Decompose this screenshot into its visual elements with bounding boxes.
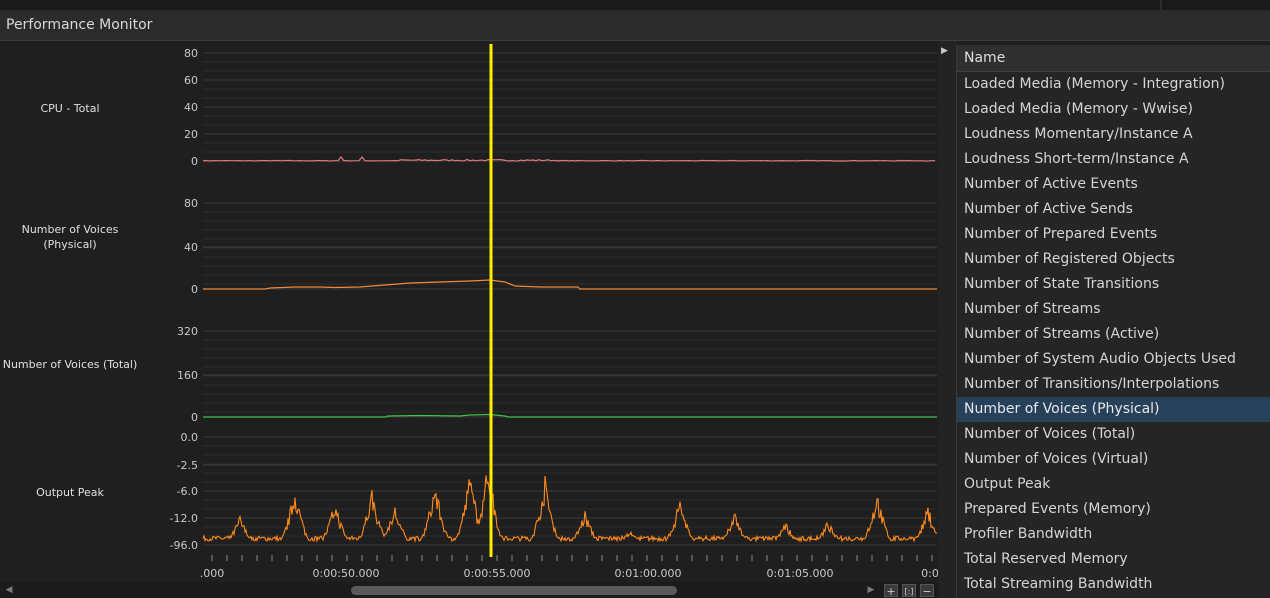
scroll-right-icon[interactable]: ▶ — [864, 584, 878, 596]
counter-list-item[interactable]: Number of Voices (Physical) — [957, 397, 1270, 422]
time-axis-label: 0:0 — [921, 567, 938, 580]
y-tick-label: 0 — [191, 411, 198, 424]
performance-graph[interactable]: 80 60 40 20 0 80 40 0 320 160 0 0.0 -2.5 -6.0 -12.0 -96… — [0, 41, 938, 582]
y-tick-label: 160 — [177, 369, 198, 382]
y-tick-label: 80 — [184, 47, 198, 60]
counter-list-panel: Name Loaded Media (Memory - Integration)… — [956, 45, 1270, 598]
counter-list-item[interactable]: Number of Registered Objects — [957, 247, 1270, 272]
counter-list-item[interactable]: Loaded Media (Memory - Integration) — [957, 72, 1270, 97]
counter-list-item[interactable]: Number of Active Events — [957, 172, 1270, 197]
scrollbar-thumb[interactable] — [351, 586, 677, 595]
zoom-in-button[interactable]: + — [884, 584, 898, 598]
counter-list-item[interactable]: Number of State Transitions — [957, 272, 1270, 297]
counter-list-item[interactable]: Prepared Events (Memory) — [957, 497, 1270, 522]
counter-list-item[interactable]: Loudness Short-term/Instance A — [957, 147, 1270, 172]
counter-list-item[interactable]: Number of Streams — [957, 297, 1270, 322]
counter-list-item[interactable]: Total Reserved Memory — [957, 547, 1270, 572]
y-tick-label: 0 — [191, 155, 198, 168]
time-axis-label: 0:00:55.000 — [464, 567, 531, 580]
y-tick-label: 80 — [184, 197, 198, 210]
y-tick-label: -2.5 — [177, 459, 198, 472]
column-header-label: Name — [964, 50, 1006, 66]
y-tick-label: 20 — [184, 128, 198, 141]
counter-list-item[interactable]: Loaded Media (Memory - Wwise) — [957, 97, 1270, 122]
output-peak-series-line — [202, 475, 938, 544]
time-axis-label: 0:01:05.000 — [767, 567, 834, 580]
y-tick-label: 0 — [191, 283, 198, 296]
scroll-left-icon[interactable]: ◀ — [2, 584, 16, 596]
y-tick-label: 0.0 — [181, 431, 199, 444]
counter-list-item[interactable]: Total Streaming Bandwidth — [957, 572, 1270, 597]
y-tick-label: -6.0 — [177, 485, 198, 498]
column-header-name[interactable]: Name — [957, 45, 1270, 72]
top-strip-divider — [1160, 0, 1162, 10]
voices-total-series-line — [203, 413, 937, 418]
counter-list-item[interactable]: Profiler Bandwidth — [957, 522, 1270, 547]
panel-splitter[interactable]: ▶ — [938, 41, 956, 598]
panel-title-bar: Performance Monitor — [0, 10, 1270, 41]
counter-list-item[interactable]: Number of Voices (Virtual) — [957, 447, 1270, 472]
y-tick-label: 40 — [184, 241, 198, 254]
horizontal-scrollbar[interactable]: ◀ ▶ — [0, 582, 938, 598]
zoom-out-button[interactable]: − — [920, 584, 934, 598]
counter-list-item[interactable]: Loudness Momentary/Instance A — [957, 122, 1270, 147]
time-axis-label: 0:00:50.000 — [313, 567, 380, 580]
panel-title: Performance Monitor — [6, 17, 153, 33]
counter-list-item[interactable]: Number of Active Sends — [957, 197, 1270, 222]
counter-list-item[interactable]: Number of Streams (Active) — [957, 322, 1270, 347]
cpu-series-line — [202, 156, 935, 162]
y-tick-label: -12.0 — [170, 512, 198, 525]
time-axis-label: .000 — [200, 567, 225, 580]
counter-list-item[interactable]: Number of Prepared Events — [957, 222, 1270, 247]
y-tick-label: 60 — [184, 74, 198, 87]
zoom-fit-button[interactable]: [:] — [902, 584, 916, 597]
y-tick-label: -96.0 — [170, 539, 198, 552]
collapse-arrow-icon[interactable]: ▶ — [941, 46, 948, 56]
counter-list-item[interactable]: Number of Transitions/Interpolations — [957, 372, 1270, 397]
counter-list-item[interactable]: Number of Voices (Total) — [957, 422, 1270, 447]
time-axis-label: 0:01:00.000 — [615, 567, 682, 580]
counter-list-item[interactable]: Output Peak — [957, 472, 1270, 497]
counter-list-item[interactable]: Number of System Audio Objects Used — [957, 347, 1270, 372]
counter-list: Loaded Media (Memory - Integration) Loade… — [957, 72, 1270, 597]
y-tick-label: 40 — [184, 101, 198, 114]
y-tick-label: 320 — [177, 325, 198, 338]
